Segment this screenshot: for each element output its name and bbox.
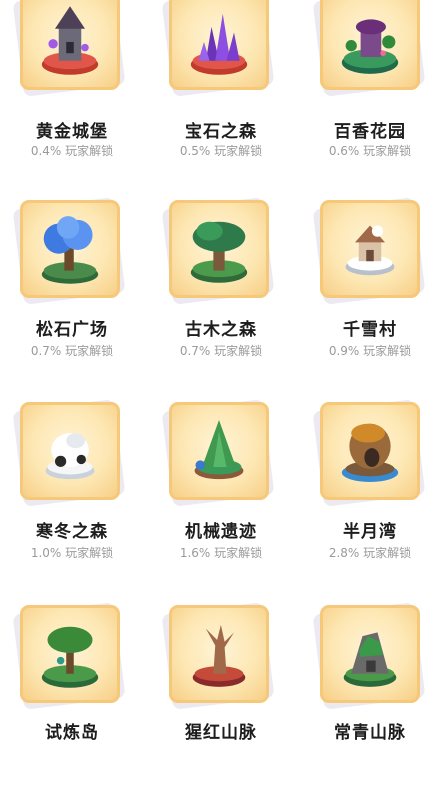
map-name: 猩红山脉 bbox=[185, 723, 257, 743]
map-tile-crimson-mountains[interactable]: 猩红山脉 bbox=[151, 602, 291, 795]
map-card[interactable] bbox=[161, 0, 275, 97]
green-mountain-icon bbox=[343, 632, 397, 687]
map-card[interactable] bbox=[12, 0, 126, 97]
map-card-face bbox=[169, 0, 269, 90]
map-card-face bbox=[20, 0, 120, 90]
unlock-rate: 0.7% 玩家解锁 bbox=[30, 344, 114, 358]
map-name: 松石广场 bbox=[36, 320, 108, 340]
ancient-tree-icon bbox=[190, 221, 248, 283]
map-card-face bbox=[320, 402, 420, 500]
unlock-rate: 0.5% 玩家解锁 bbox=[179, 144, 263, 158]
map-name: 常青山脉 bbox=[334, 723, 406, 743]
map-name: 机械遗迹 bbox=[185, 522, 257, 542]
map-card-face bbox=[320, 605, 420, 703]
trial-tree-icon bbox=[41, 626, 99, 688]
map-card-face bbox=[169, 200, 269, 298]
red-driftwood-icon bbox=[192, 624, 246, 687]
castle-tower-icon bbox=[41, 6, 99, 75]
map-card-face bbox=[169, 402, 269, 500]
map-name: 半月湾 bbox=[343, 522, 397, 542]
map-card[interactable] bbox=[312, 602, 426, 710]
map-card[interactable] bbox=[12, 399, 126, 507]
map-tile-gem-forest[interactable]: 宝石之森 0.5% 玩家解锁 bbox=[151, 0, 291, 182]
unlock-rate: 2.8% 玩家解锁 bbox=[328, 546, 412, 560]
map-achievement-grid: 黄金城堡 0.4% 玩家解锁 宝石之森 0.5% 玩家解锁 百香花园 0.6% … bbox=[0, 0, 442, 743]
map-card-face bbox=[20, 200, 120, 298]
map-card-face bbox=[20, 605, 120, 703]
map-card[interactable] bbox=[312, 197, 426, 305]
map-tile-turquoise-square[interactable]: 松石广场 0.7% 玩家解锁 bbox=[2, 197, 142, 390]
map-tile-mech-ruins[interactable]: 机械遗迹 1.6% 玩家解锁 bbox=[151, 399, 291, 592]
map-tile-golden-castle[interactable]: 黄金城堡 0.4% 玩家解锁 bbox=[2, 0, 142, 182]
map-card[interactable] bbox=[161, 197, 275, 305]
snow-rock-icon bbox=[45, 433, 95, 480]
map-tile-winter-forest[interactable]: 寒冬之森 1.0% 玩家解锁 bbox=[2, 399, 142, 592]
map-card-face bbox=[20, 402, 120, 500]
map-card-face bbox=[320, 200, 420, 298]
map-name: 百香花园 bbox=[334, 122, 406, 142]
map-tile-ancient-forest[interactable]: 古木之森 0.7% 玩家解锁 bbox=[151, 197, 291, 390]
map-tile-trial-island[interactable]: 试炼岛 bbox=[2, 602, 142, 795]
map-name: 试炼岛 bbox=[45, 723, 99, 743]
map-name: 寒冬之森 bbox=[36, 522, 108, 542]
map-tile-evergreen-mountains[interactable]: 常青山脉 bbox=[300, 602, 440, 795]
crystal-cluster-icon bbox=[190, 13, 248, 75]
unlock-rate: 0.7% 玩家解锁 bbox=[179, 344, 263, 358]
unlock-rate: 1.0% 玩家解锁 bbox=[30, 546, 114, 560]
map-card[interactable] bbox=[12, 197, 126, 305]
map-name: 宝石之森 bbox=[185, 122, 257, 142]
snow-village-icon bbox=[345, 225, 395, 276]
map-name: 黄金城堡 bbox=[36, 122, 108, 142]
green-peak-icon bbox=[194, 420, 244, 480]
map-card-face bbox=[320, 0, 420, 90]
map-card[interactable] bbox=[12, 602, 126, 710]
map-name: 千雪村 bbox=[343, 320, 397, 340]
unlock-rate: 0.9% 玩家解锁 bbox=[328, 344, 412, 358]
map-card[interactable] bbox=[312, 0, 426, 97]
blue-tree-icon bbox=[41, 216, 99, 284]
unlock-rate: 1.6% 玩家解锁 bbox=[179, 546, 263, 560]
map-card[interactable] bbox=[312, 399, 426, 507]
map-tile-passion-garden[interactable]: 百香花园 0.6% 玩家解锁 bbox=[300, 0, 440, 182]
unlock-rate: 0.6% 玩家解锁 bbox=[328, 144, 412, 158]
map-tile-snow-village[interactable]: 千雪村 0.9% 玩家解锁 bbox=[300, 197, 440, 390]
cave-island-icon bbox=[341, 423, 399, 482]
map-card-face bbox=[169, 605, 269, 703]
map-tile-half-moon-bay[interactable]: 半月湾 2.8% 玩家解锁 bbox=[300, 399, 440, 592]
unlock-rate: 0.4% 玩家解锁 bbox=[30, 144, 114, 158]
map-card[interactable] bbox=[161, 602, 275, 710]
map-name: 古木之森 bbox=[185, 320, 257, 340]
map-card[interactable] bbox=[161, 399, 275, 507]
flower-garden-icon bbox=[341, 19, 399, 74]
